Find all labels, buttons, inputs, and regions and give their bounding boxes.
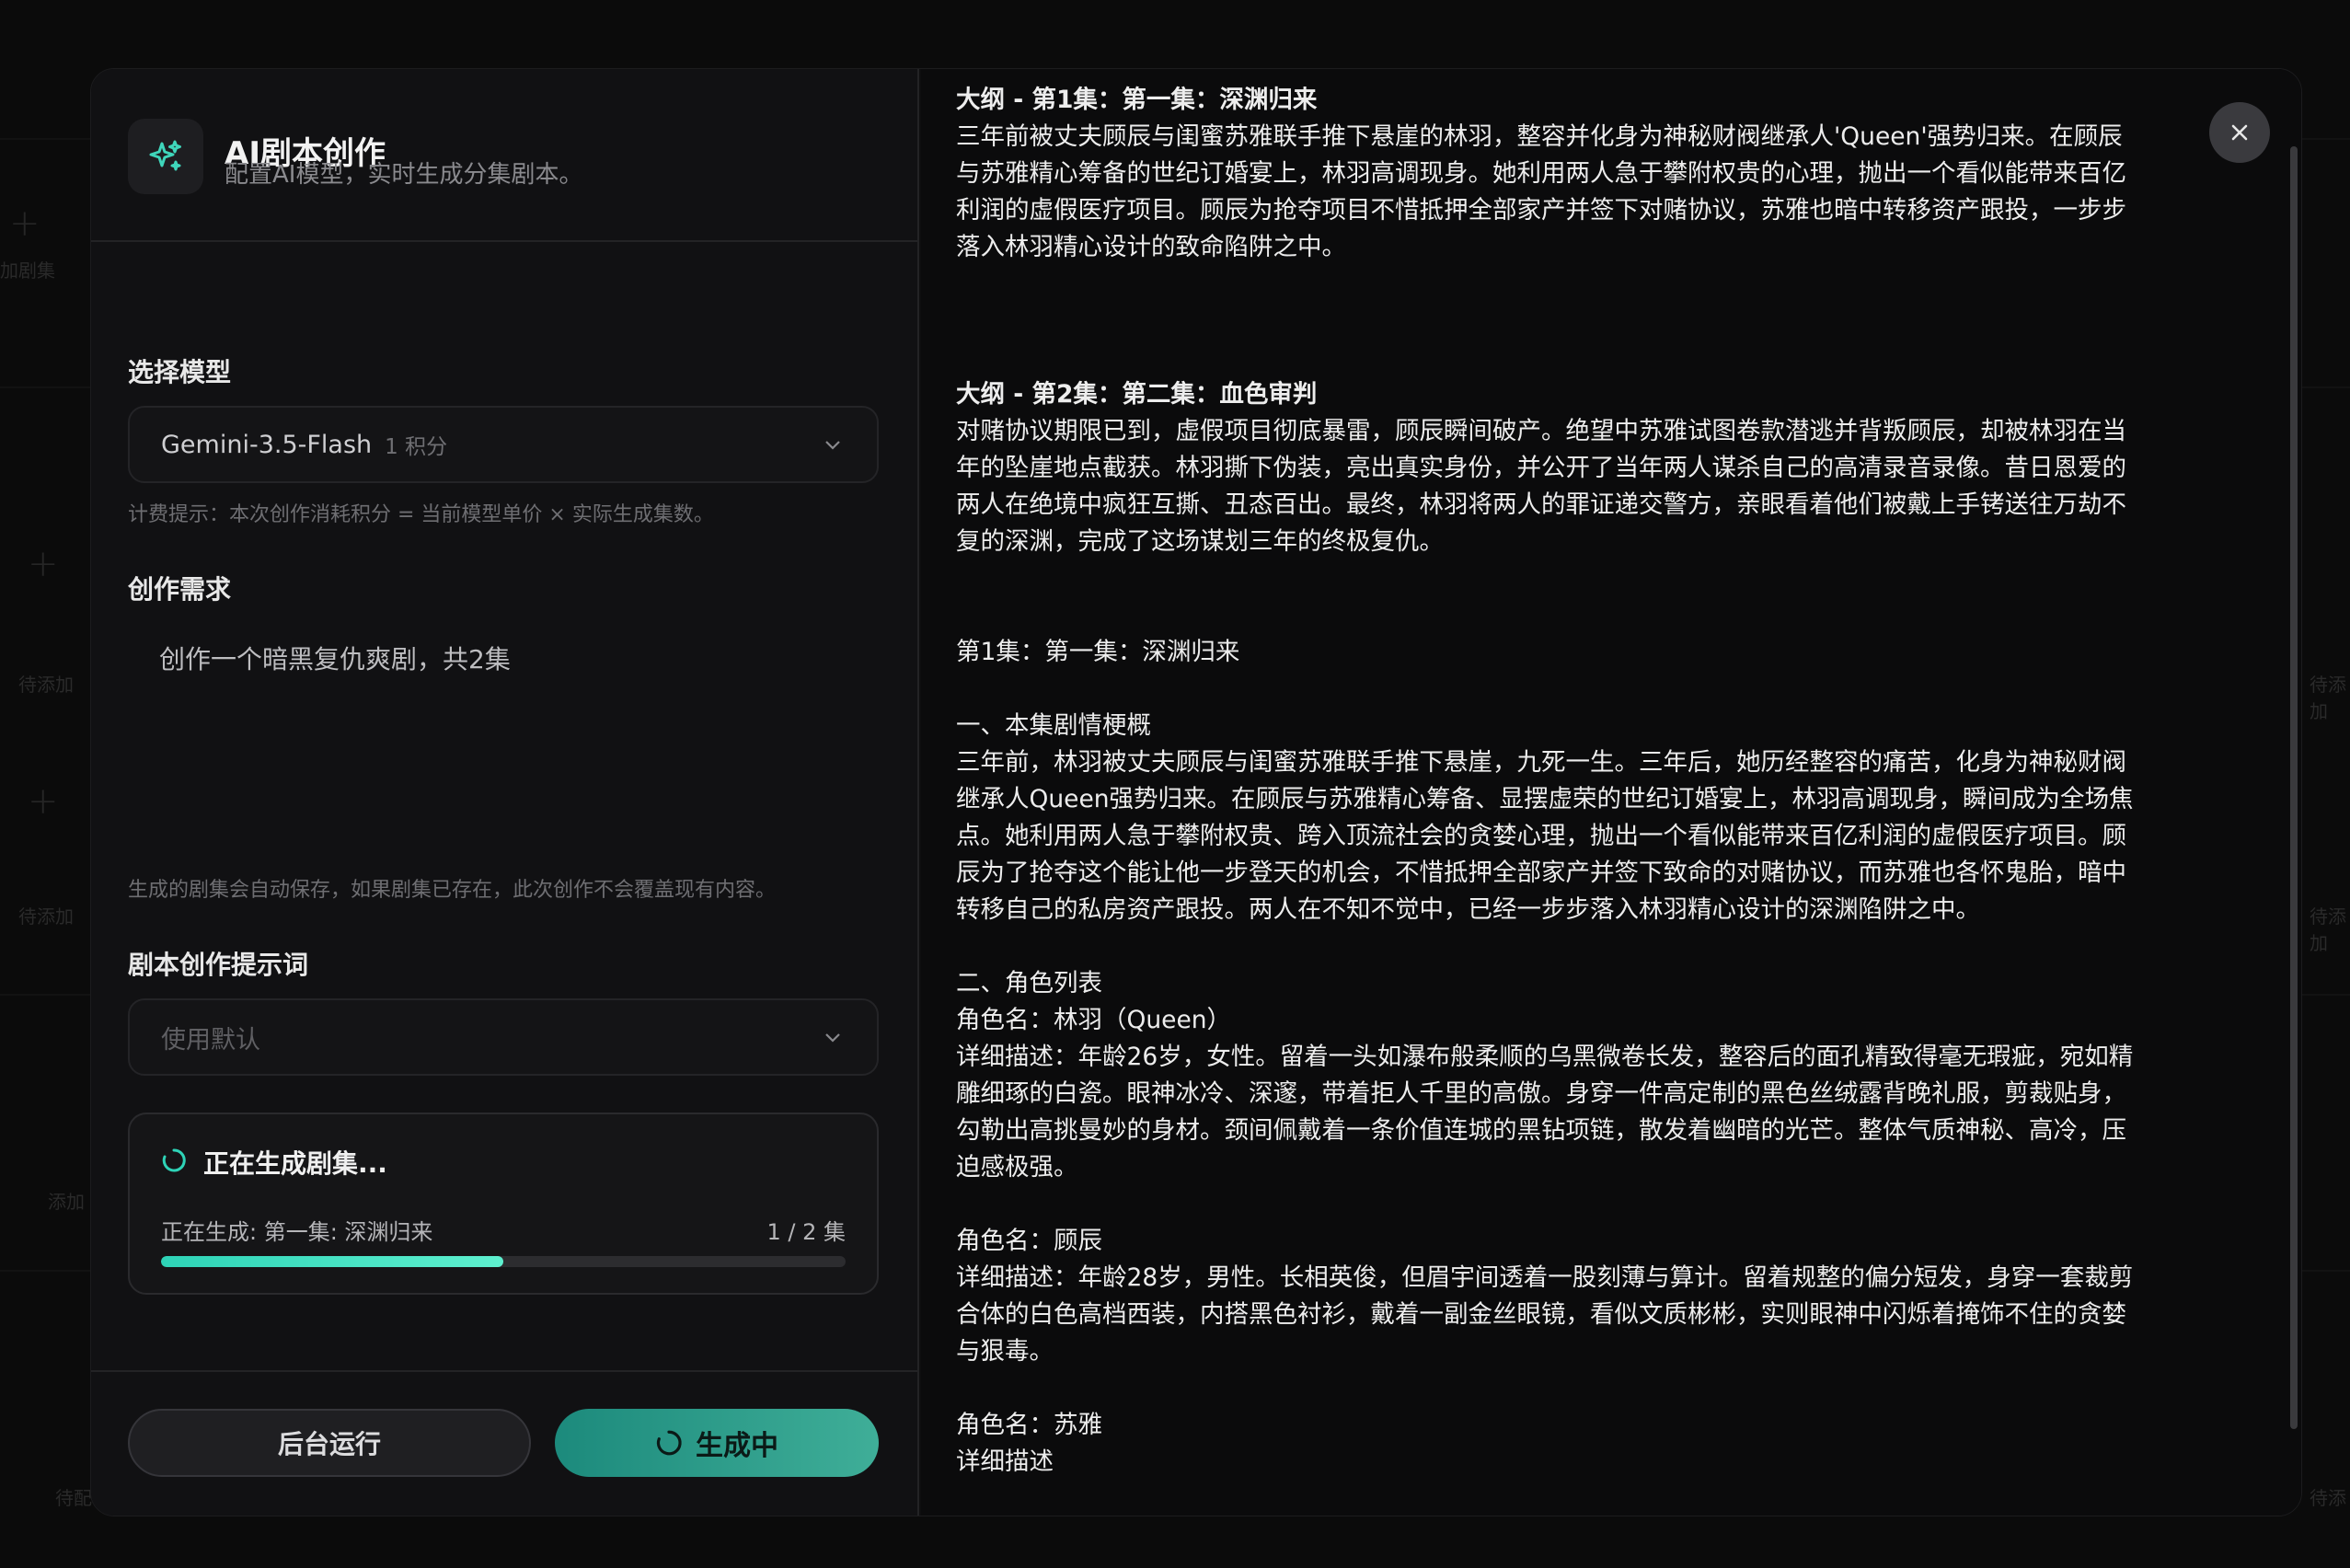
outline-2-line: 年的坠崖地点截获。林羽撕下伪装，亮出真实身份，并公开了当年两人谋杀自己的高清录音…: [956, 454, 2126, 482]
close-button[interactable]: [2209, 102, 2270, 163]
modal-subtitle: 配置AI模型，实时生成分集剧本。: [225, 161, 583, 189]
prompt-select[interactable]: 使用默认: [128, 998, 879, 1076]
progress-count: 1 / 2 集: [766, 1219, 846, 1245]
bg-label: 待配: [55, 1487, 92, 1509]
bg-label: 加剧集: [0, 259, 55, 282]
script-output-panel: 大纲 - 第1集：第一集：深渊归来 三年前被丈夫顾辰与闺蜜苏雅联手推下悬崖的林羽…: [921, 69, 2301, 1516]
bg-label: 待添加: [18, 674, 74, 696]
bg-label: 添加: [48, 1191, 85, 1213]
role-description-line: 详细描述：年龄26岁，女性。留着一头如瀑布般柔顺的乌黑微卷长发，整容后的面孔精致…: [956, 1043, 2134, 1071]
modal-header: AI剧本创作 配置AI模型，实时生成分集剧本。: [128, 119, 881, 238]
episode-1-title: 第1集：第一集：深渊归来: [956, 638, 1240, 666]
header-divider: [91, 240, 917, 242]
summary-line: 点。她利用两人急于攀附权贵、跨入顶流社会的贪婪心理，抛出一个看似能带来百亿利润的…: [956, 822, 2126, 850]
config-panel: AI剧本创作 配置AI模型，实时生成分集剧本。 选择模型 Gemini-3.5-…: [91, 69, 919, 1516]
chevron-down-icon: [822, 433, 844, 462]
outline-1-title: 大纲 - 第1集：第一集：深渊归来: [956, 86, 1318, 114]
bg-label: 待添加: [2310, 905, 2346, 954]
generating-button-label: 生成中: [696, 1430, 778, 1462]
role-name: 角色名：顾辰: [956, 1227, 1102, 1255]
role-description-line: 与狠毒。: [956, 1337, 1054, 1366]
outline-2-line: 对赌协议期限已到，虚假项目彻底暴雷，顾辰瞬间破产。绝望中苏雅试图卷款潜逃并背叛顾…: [956, 417, 2126, 445]
progress-bar-fill: [161, 1256, 503, 1267]
role-description-line: 详细描述: [956, 1447, 1054, 1476]
outline-2-line: 两人在绝境中疯狂互撕、丑态百出。最终，林羽将两人的罪证递交警方，亲眼看着他们被戴…: [956, 490, 2126, 519]
summary-line: 三年前，林羽被丈夫顾辰与闺蜜苏雅联手推下悬崖，九死一生。三年后，她历经整容的痛苦…: [956, 748, 2126, 777]
role-name: 角色名：苏雅: [956, 1411, 1102, 1439]
bg-label: 待添: [2310, 1487, 2346, 1509]
role-description-line: 勾勒出高挑曼妙的身材。颈间佩戴着一条价值连城的黑钻项链，散发着幽暗的光芒。整体气…: [956, 1116, 2126, 1145]
outline-2-line: 复的深渊，完成了这场谋划三年的终极复仇。: [956, 527, 1444, 556]
close-icon: [2231, 124, 2248, 141]
progress-bar: [161, 1256, 846, 1267]
summary-line: 转移自己的私房资产跟投。两人在不知不觉中，已经一步步落入林羽精心设计的深渊陷阱之…: [956, 895, 1980, 924]
role-description-line: 雕细琢的白瓷。眼神冰冷、深邃，带着拒人千里的高傲。身穿一件高定制的黑色丝绒露背晚…: [956, 1079, 2126, 1108]
outline-1-line: 落入林羽精心设计的致命陷阱之中。: [956, 233, 1346, 261]
prompt-select-placeholder: 使用默认: [161, 1025, 260, 1055]
requirement-textarea[interactable]: 创作一个暗黑复仇爽剧，共2集: [128, 627, 879, 857]
scrollbar[interactable]: [2290, 146, 2298, 1429]
bg-add-icon: +: [28, 780, 59, 823]
role-description-line: 详细描述：年龄28岁，男性。长相英俊，但眉宇间透着一股刻薄与算计。留着规整的偏分…: [956, 1263, 2134, 1292]
role-name: 角色名：林羽（Queen）: [956, 1006, 1232, 1034]
role-description-line: 迫感极强。: [956, 1153, 1078, 1182]
progress-title: 正在生成剧集...: [203, 1148, 387, 1179]
summary-line: 继承人Queen强势归来。在顾辰与苏雅精心筹备、显摆虚荣的世纪订婚宴上，林羽高调…: [956, 785, 2134, 813]
footer-divider: [91, 1370, 917, 1372]
model-select[interactable]: Gemini-3.5-Flash 1 积分: [128, 406, 879, 483]
chevron-down-icon: [822, 1026, 844, 1055]
bg-add-icon: +: [9, 202, 40, 245]
summary-line: 辰为了抢夺这个能让他一步登天的机会，不惜抵押全部家产并签下致命的对赌协议，而苏雅…: [956, 859, 2126, 887]
loading-spinner-icon: [161, 1147, 187, 1173]
progress-status: 正在生成: 第一集: 深渊归来: [161, 1219, 433, 1245]
role-description-line: 合体的白色高档西装，内搭黑色衬衫，戴着一副金丝眼镜，看似文质彬彬，实则眼神中闪烁…: [956, 1300, 2126, 1329]
model-cost-tag: 1 积分: [385, 435, 448, 459]
model-select-value: Gemini-3.5-Flash: [161, 430, 373, 459]
billing-hint: 计费提示：本次创作消耗积分 = 当前模型单价 × 实际生成集数。: [128, 503, 714, 526]
bg-label: 待添加: [18, 905, 74, 928]
sparkle-icon: [128, 119, 203, 194]
model-label: 选择模型: [128, 357, 232, 387]
outline-1-line: 与苏雅精心筹备的世纪订婚宴上，林羽高调现身。她利用两人急于攀附权贵的心理，抛出一…: [956, 159, 2126, 188]
ai-script-modal: AI剧本创作 配置AI模型，实时生成分集剧本。 选择模型 Gemini-3.5-…: [90, 68, 2302, 1516]
background-run-button[interactable]: 后台运行: [128, 1409, 531, 1477]
bg-label: 待添加: [2310, 674, 2346, 722]
script-content: 大纲 - 第1集：第一集：深渊归来 三年前被丈夫顾辰与闺蜜苏雅联手推下悬崖的林羽…: [956, 82, 2198, 1481]
prompt-label: 剧本创作提示词: [128, 950, 309, 980]
outline-1-line: 利润的虚假医疗项目。顾辰为抢夺项目不惜抵押全部家产并签下对赌协议，苏雅也暗中转移…: [956, 196, 2126, 225]
roles-heading: 二、角色列表: [956, 969, 1102, 997]
bg-add-icon: +: [28, 543, 59, 585]
loading-spinner-icon: [656, 1430, 682, 1456]
generating-button[interactable]: 生成中: [555, 1409, 879, 1477]
outline-2-title: 大纲 - 第2集：第二集：血色审判: [956, 380, 1318, 409]
summary-heading: 一、本集剧情梗概: [956, 711, 1151, 740]
outline-1-line: 三年前被丈夫顾辰与闺蜜苏雅联手推下悬崖的林羽，整容并化身为神秘财阀继承人'Que…: [956, 122, 2123, 151]
generation-progress-card: 正在生成剧集... 正在生成: 第一集: 深渊归来 1 / 2 集: [128, 1113, 879, 1295]
requirement-label: 创作需求: [128, 574, 232, 605]
autosave-hint: 生成的剧集会自动保存，如果剧集已存在，此次创作不会覆盖现有内容。: [128, 879, 777, 902]
